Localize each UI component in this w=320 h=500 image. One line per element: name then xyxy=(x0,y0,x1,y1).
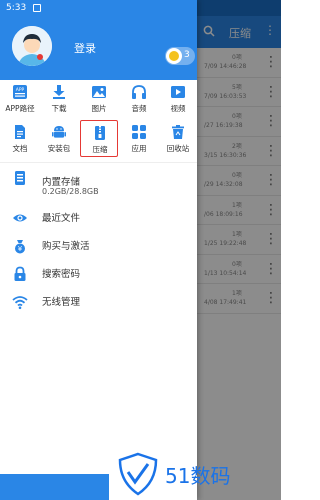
tool-label: 文档 xyxy=(12,144,28,153)
search-password-label: 搜索密码 xyxy=(42,269,81,280)
drawer-header: 5:33 登录 3 xyxy=(0,0,197,80)
coin-count: 3 xyxy=(184,50,190,60)
menu-item-recent-files[interactable]: 最近文件 xyxy=(0,203,197,231)
storage-usage: 0.2GB/28.8GB xyxy=(42,187,99,196)
wifi-label: 无线管理 xyxy=(42,297,81,308)
recent-files-label: 最近文件 xyxy=(42,213,81,224)
tool-label: 安装包 xyxy=(47,144,71,153)
tool-recycle-bin[interactable]: 回收站 xyxy=(159,120,197,157)
android-icon xyxy=(51,124,67,140)
tool-image[interactable]: 图片 xyxy=(80,80,118,117)
status-time: 5:33 xyxy=(6,3,27,13)
navigation-drawer: 5:33 登录 3 APP APP路径 下载 图片 音频 视频文档 安装包 压缩 应用 回收站 xyxy=(0,0,197,500)
tool-apps-grid[interactable]: 应用 xyxy=(120,120,158,157)
eye-icon xyxy=(13,214,27,222)
tool-label: 下载 xyxy=(51,104,67,113)
drawer-bottom-bar xyxy=(0,474,109,500)
drawer-menu: 内置存储 0.2GB/28.8GB 最近文件 ¥ 购买与激活 搜索密码 无线管理 xyxy=(0,162,197,315)
login-link[interactable]: 登录 xyxy=(74,40,96,56)
svg-text:¥: ¥ xyxy=(18,245,23,253)
tool-label: 回收站 xyxy=(166,144,190,153)
menu-item-wifi-management[interactable]: 无线管理 xyxy=(0,287,197,315)
tool-android[interactable]: 安装包 xyxy=(40,120,78,157)
tool-video[interactable]: 视频 xyxy=(159,80,197,117)
purchase-label: 购买与激活 xyxy=(42,241,90,252)
tool-zip[interactable]: 压缩 xyxy=(80,120,118,157)
tool-label: 压缩 xyxy=(92,145,108,154)
tool-label: 图片 xyxy=(91,104,107,113)
coin-icon xyxy=(166,48,182,64)
watermark-text: 51数码 xyxy=(165,464,231,488)
category-grid: APP APP路径 下载 图片 音频 视频文档 安装包 压缩 应用 回收站 xyxy=(0,80,197,158)
avatar[interactable] xyxy=(12,26,52,66)
image-icon xyxy=(91,84,107,100)
svg-text:APP: APP xyxy=(16,87,25,93)
user-avatar-icon xyxy=(12,26,52,66)
menu-item-purchase[interactable]: ¥ 购买与激活 xyxy=(0,231,197,259)
money-bag-icon: ¥ xyxy=(15,240,25,254)
download-icon xyxy=(51,84,67,100)
menu-item-internal-storage[interactable]: 内置存储 0.2GB/28.8GB xyxy=(0,163,197,203)
apps-grid-icon xyxy=(131,124,147,140)
storage-icon xyxy=(15,171,25,185)
lock-icon xyxy=(14,266,26,281)
tool-label: 音频 xyxy=(131,104,147,113)
menu-item-search-password[interactable]: 搜索密码 xyxy=(0,259,197,287)
coin-balance-badge[interactable]: 3 xyxy=(165,47,195,65)
shield-logo-icon xyxy=(118,452,158,496)
tool-label: 应用 xyxy=(131,144,147,153)
tool-app[interactable]: APP APP路径 xyxy=(1,80,39,117)
watermark: 51数码 xyxy=(116,450,276,496)
recycle-bin-icon xyxy=(170,124,186,140)
zip-icon xyxy=(92,125,108,141)
storage-label: 内置存储 xyxy=(42,177,81,188)
video-icon xyxy=(170,84,186,100)
notification-icon xyxy=(33,4,41,12)
app-icon: APP xyxy=(12,84,28,100)
tool-document[interactable]: 文档 xyxy=(1,120,39,157)
tool-headphones[interactable]: 音频 xyxy=(120,80,158,117)
document-icon xyxy=(12,124,28,140)
tool-label: APP路径 xyxy=(5,104,35,113)
headphones-icon xyxy=(131,84,147,100)
tool-download[interactable]: 下载 xyxy=(40,80,78,117)
wifi-icon xyxy=(12,296,28,310)
tool-label: 视频 xyxy=(170,104,186,113)
